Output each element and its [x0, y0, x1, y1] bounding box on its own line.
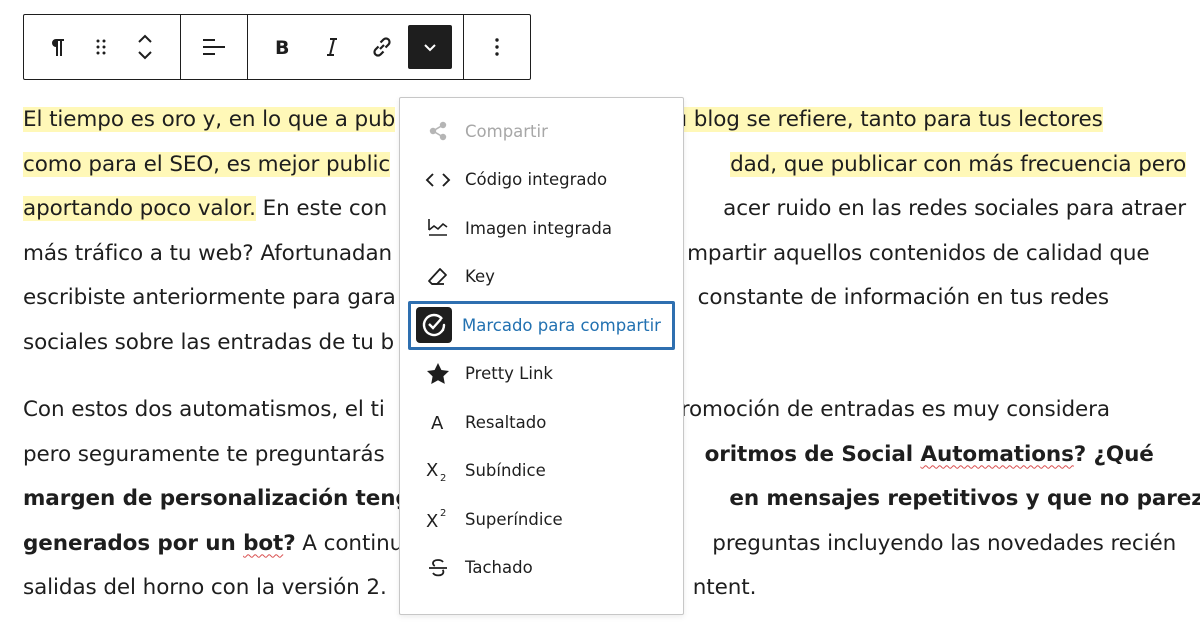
clock-check-icon	[416, 307, 452, 344]
align-icon[interactable]	[192, 25, 236, 69]
bold-text: ?	[283, 530, 296, 556]
menu-item-tachado[interactable]: Tachado	[408, 544, 675, 593]
move-up-down-icon[interactable]	[123, 25, 167, 69]
text: mpartir aquellos contenidos de calidad q…	[687, 240, 1150, 266]
text: más tráfico a tu web? Afortunadan	[23, 240, 393, 266]
menu-item-label: Imagen integrada	[465, 218, 612, 238]
bold-text: ? ¿Qué	[1073, 441, 1154, 467]
highlighted-text: aportando poco valor.	[23, 196, 256, 221]
code-icon	[424, 166, 452, 194]
menu-item-subindice[interactable]: X2 Subíndice	[408, 447, 675, 496]
text: acer ruido en las redes sociales para at…	[723, 196, 1186, 221]
strikethrough-icon	[424, 554, 452, 582]
text: salidas del horno con la versión 2.	[23, 575, 387, 600]
svg-text:2: 2	[440, 508, 446, 519]
text: sociales sobre las entradas de tu b	[23, 329, 395, 355]
menu-item-imagen-integrada[interactable]: Imagen integrada	[408, 204, 675, 253]
menu-item-label: Pretty Link	[465, 364, 553, 384]
misspelled-word: bot	[243, 530, 284, 556]
menu-item-pretty-link[interactable]: Pretty Link	[408, 350, 675, 399]
highlight-icon: A	[424, 408, 452, 436]
text: ntent.	[692, 575, 757, 600]
highlighted-text: dad, que publicar con más frecuencia per…	[730, 151, 1187, 177]
options-group	[464, 15, 530, 79]
menu-item-label: Compartir	[465, 121, 548, 141]
options-icon[interactable]	[475, 25, 519, 69]
drag-handle-icon[interactable]	[79, 25, 123, 69]
svg-text:A: A	[431, 413, 444, 433]
bold-icon[interactable]: B	[260, 25, 304, 69]
chevron-down-icon[interactable]	[408, 25, 452, 69]
misspelled-word: Automations	[920, 441, 1074, 467]
menu-item-label: Superíndice	[465, 509, 563, 529]
menu-item-key[interactable]: Key	[408, 253, 675, 302]
highlighted-text: como para el SEO, es mejor public	[23, 151, 391, 177]
text: escribiste anteriormente para gara	[23, 285, 396, 310]
block-toolbar: B	[23, 14, 531, 80]
star-icon	[424, 360, 452, 388]
svg-text:2: 2	[440, 473, 446, 483]
svg-text:X: X	[426, 460, 438, 481]
menu-item-label: Resaltado	[465, 412, 547, 432]
svg-text:X: X	[426, 511, 438, 531]
bold-text: margen de personalización tengo	[23, 486, 426, 511]
text: En este con	[255, 196, 388, 221]
text: pero seguramente te preguntarás	[23, 441, 385, 467]
link-icon[interactable]	[360, 25, 404, 69]
italic-icon[interactable]	[310, 25, 354, 69]
highlighted-text: tu blog se refiere, tanto para tus lecto…	[665, 107, 1103, 132]
share-icon	[424, 117, 452, 145]
bold-text: generados por un	[23, 530, 244, 556]
menu-item-label: Código integrado	[465, 170, 608, 190]
block-tools-group	[24, 15, 181, 79]
menu-item-resaltado[interactable]: A Resaltado	[408, 398, 675, 447]
menu-item-label: Subíndice	[465, 461, 546, 481]
bold-text: en mensajes repetitivos y que no parezca…	[729, 486, 1200, 511]
align-group	[181, 15, 248, 79]
svg-text:B: B	[275, 37, 289, 58]
menu-item-label: Key	[465, 267, 495, 287]
text: preguntas incluyendo las novedades recié…	[712, 530, 1177, 556]
format-group: B	[248, 15, 464, 79]
menu-item-superindice[interactable]: X2 Superíndice	[408, 495, 675, 544]
bold-text: oritmos de Social	[704, 441, 921, 467]
subscript-icon: X2	[424, 457, 452, 485]
text: constante de información en tus redes	[697, 285, 1109, 310]
text: romoción de entradas es muy considera	[680, 397, 1110, 422]
menu-item-codigo-integrado[interactable]: Código integrado	[408, 156, 675, 205]
highlighted-text: El tiempo es oro y, en lo que a pub	[23, 107, 396, 132]
image-icon	[424, 214, 452, 242]
superscript-icon: X2	[424, 505, 452, 533]
paragraph-icon[interactable]	[35, 25, 79, 69]
text: Con estos dos automatismos, el ti	[23, 397, 385, 422]
menu-item-compartir: Compartir	[408, 107, 675, 156]
menu-item-label: Tachado	[465, 558, 533, 578]
menu-item-marcado-para-compartir[interactable]: Marcado para compartir	[408, 301, 675, 350]
format-dropdown-menu: Compartir Código integrado Imagen integr…	[399, 97, 684, 615]
eraser-icon	[424, 263, 452, 291]
menu-item-label: Marcado para compartir	[462, 315, 661, 335]
